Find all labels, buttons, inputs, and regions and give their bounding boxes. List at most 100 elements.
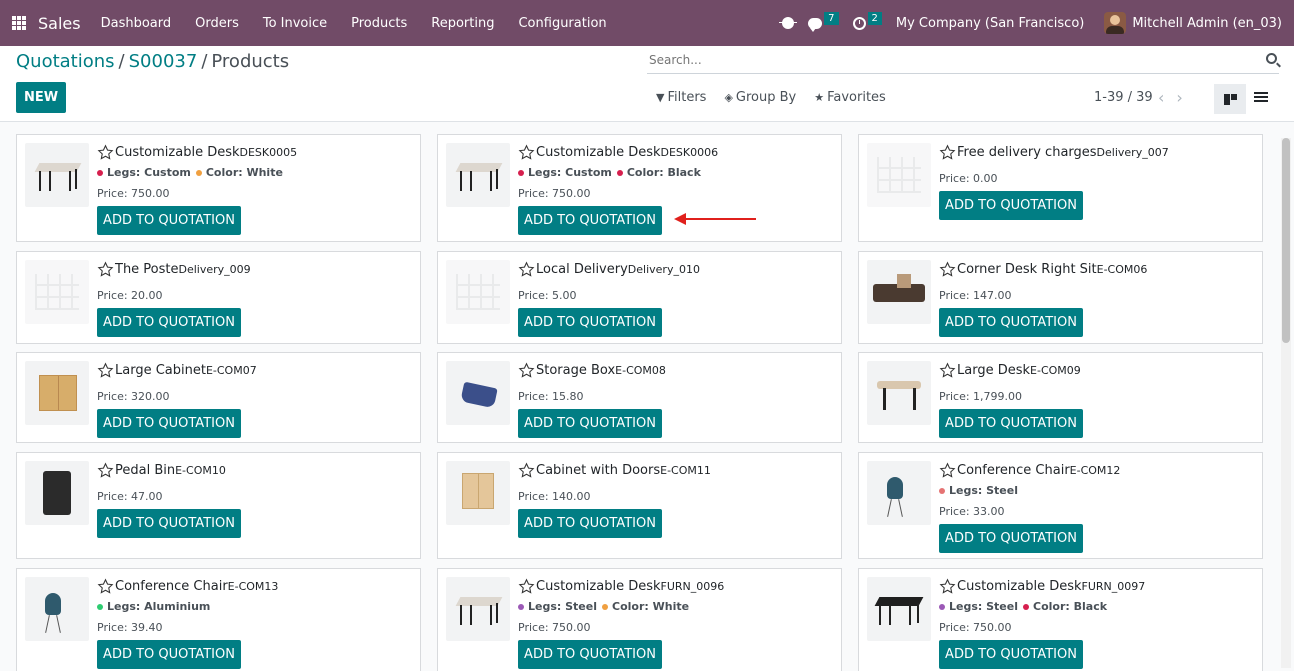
breadcrumb-quotations[interactable]: Quotations [16,51,115,72]
product-name: Large Cabinet [115,363,206,378]
add-to-quotation-button[interactable]: ADD TO QUOTATION [518,206,662,235]
pager-previous-icon[interactable]: ‹ [1158,88,1164,107]
product-name: Local Delivery [536,262,628,277]
activities-clock-icon[interactable] [852,16,866,30]
product-card[interactable]: Customizable Desk DESK0005 Legs: Custom Col… [16,134,421,242]
add-to-quotation-button[interactable]: ADD TO QUOTATION [939,308,1083,337]
product-card[interactable]: Corner Desk Right Sit E-COM06 Price: 147.0… [858,251,1263,344]
favorite-star-icon[interactable] [939,261,956,278]
group-by-button[interactable]: ◈ Group By [724,90,796,105]
filters-button[interactable]: ▼ Filters [656,90,706,105]
menu-item-products[interactable]: Products [339,16,419,31]
product-card[interactable]: Pedal Bin E-COM10 Price: 47.00 ADD TO QUOTA… [16,452,421,559]
attribute-tag: Legs: Aluminium [97,600,210,613]
attribute-tag: Legs: Custom [97,166,191,179]
menu-item-to-invoice[interactable]: To Invoice [251,16,339,31]
product-price: Price: 0.00 [939,172,998,185]
product-card[interactable]: Free delivery charges Delivery_007 Price: … [858,134,1263,242]
scrollbar[interactable] [1281,138,1291,668]
product-card[interactable]: Customizable Desk FURN_0097 Legs: Steel Col… [858,568,1263,671]
menu-item-orders[interactable]: Orders [183,16,251,31]
product-card[interactable]: Customizable Desk DESK0006 Legs: Custom Col… [437,134,842,242]
scrollbar-thumb[interactable] [1282,138,1290,343]
attribute-tag: Color: White [602,600,689,613]
product-name: Customizable Desk [957,579,1082,594]
product-card[interactable]: Large Cabinet E-COM07 Price: 320.00 ADD TO … [16,352,421,443]
favorite-star-icon[interactable] [518,578,535,595]
attribute-color-dot [518,169,524,176]
product-card[interactable]: Customizable Desk FURN_0096 Legs: Steel Col… [437,568,842,671]
debug-bug-icon[interactable] [779,17,798,29]
add-to-quotation-button[interactable]: ADD TO QUOTATION [939,524,1083,553]
pager-next-icon[interactable]: › [1176,88,1182,107]
product-code: Delivery_009 [178,263,251,276]
add-to-quotation-button[interactable]: ADD TO QUOTATION [97,308,241,337]
menu-item-dashboard[interactable]: Dashboard [89,16,184,31]
favorite-star-icon[interactable] [97,261,114,278]
add-to-quotation-button[interactable]: ADD TO QUOTATION [518,409,662,438]
breadcrumb-order[interactable]: S00037 [129,51,198,72]
add-to-quotation-button[interactable]: ADD TO QUOTATION [97,509,241,538]
group-by-label: Group By [735,90,797,105]
product-price: Price: 1,799.00 [939,390,1023,403]
favorite-star-icon[interactable] [97,462,114,479]
favorite-star-icon[interactable] [97,578,114,595]
main-menu: Dashboard Orders To Invoice Products Rep… [89,16,619,31]
product-attributes: Legs: Steel Color: White [518,600,694,613]
favorite-star-icon[interactable] [518,362,535,379]
add-to-quotation-button[interactable]: ADD TO QUOTATION [97,409,241,438]
user-menu[interactable]: Mitchell Admin (en_03) [1132,16,1282,31]
messages-chat-icon[interactable] [808,17,823,32]
product-title: Conference Chair E-COM12 [939,462,1120,479]
favorite-star-icon[interactable] [518,462,535,479]
attribute-color-dot [939,487,945,494]
attribute-label: Color: White [612,600,690,613]
add-to-quotation-button[interactable]: ADD TO QUOTATION [97,206,241,235]
menu-item-reporting[interactable]: Reporting [419,16,506,31]
product-card[interactable]: Local Delivery Delivery_010 Price: 5.00 ADD… [437,251,842,344]
favorite-star-icon[interactable] [97,362,114,379]
apps-menu-icon[interactable] [12,16,26,30]
user-avatar[interactable] [1104,12,1127,34]
favorite-star-icon[interactable] [939,578,956,595]
app-name[interactable]: Sales [38,14,81,33]
product-image [25,260,89,324]
add-to-quotation-button[interactable]: ADD TO QUOTATION [97,640,241,669]
product-price: Price: 33.00 [939,505,1005,518]
favorite-star-icon[interactable] [97,144,114,161]
favorite-star-icon[interactable] [939,362,956,379]
add-to-quotation-button[interactable]: ADD TO QUOTATION [518,640,662,669]
add-to-quotation-button[interactable]: ADD TO QUOTATION [939,640,1083,669]
product-image [867,577,931,641]
product-code: E-COM10 [175,464,226,477]
add-to-quotation-button[interactable]: ADD TO QUOTATION [518,308,662,337]
add-to-quotation-button[interactable]: ADD TO QUOTATION [939,409,1083,438]
favorite-star-icon[interactable] [939,144,956,161]
new-button[interactable]: NEW [16,82,66,113]
product-title: Pedal Bin E-COM10 [97,462,226,479]
product-image [25,361,89,425]
favorite-star-icon[interactable] [939,462,956,479]
product-image [25,461,89,525]
search-icon[interactable] [1266,53,1277,64]
product-card[interactable]: Conference Chair E-COM13 Legs: Aluminium Pr… [16,568,421,671]
favorites-button[interactable]: ★ Favorites [814,90,886,105]
list-view-button[interactable] [1254,92,1268,104]
menu-item-configuration[interactable]: Configuration [506,16,618,31]
product-card[interactable]: The Poste Delivery_009 Price: 20.00 ADD TO … [16,251,421,344]
attribute-tag: Color: Black [616,166,701,179]
company-switcher[interactable]: My Company (San Francisco) [896,16,1084,31]
kanban-view-button[interactable] [1214,84,1246,114]
add-to-quotation-button[interactable]: ADD TO QUOTATION [518,509,662,538]
product-card[interactable]: Conference Chair E-COM12 Legs: Steel Price:… [858,452,1263,559]
favorite-star-icon[interactable] [518,144,535,161]
pager-value[interactable]: 1-39 / 39 [1094,90,1153,105]
product-card[interactable]: Large Desk E-COM09 Price: 1,799.00 ADD TO Q… [858,352,1263,443]
search-input[interactable] [647,48,1247,72]
product-card[interactable]: Storage Box E-COM08 Price: 15.80 ADD TO QUO… [437,352,842,443]
product-card[interactable]: Cabinet with Doors E-COM11 Price: 140.00 AD… [437,452,842,559]
kanban-area: Customizable Desk DESK0005 Legs: Custom Col… [0,121,1294,671]
add-to-quotation-button[interactable]: ADD TO QUOTATION [939,191,1083,220]
product-name: Customizable Desk [115,145,240,160]
favorite-star-icon[interactable] [518,261,535,278]
